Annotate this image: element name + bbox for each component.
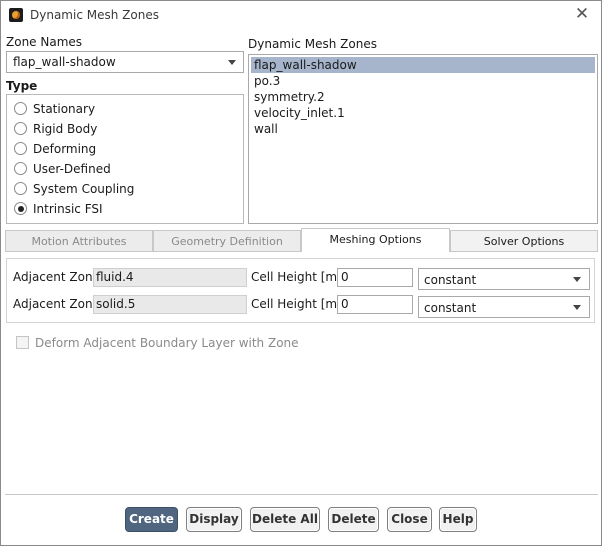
tab-motion-attributes[interactable]: Motion Attributes (5, 230, 153, 252)
zone-names-label: Zone Names (6, 35, 83, 49)
list-item-selected[interactable]: flap_wall-shadow (251, 57, 595, 73)
radio-label: User-Defined (33, 162, 111, 176)
tab-solver-options[interactable]: Solver Options (450, 230, 598, 252)
radio-label: Deforming (33, 142, 97, 156)
tab-geometry-definition[interactable]: Geometry Definition (153, 230, 301, 252)
chevron-down-icon (573, 277, 581, 282)
tab-meshing-options[interactable]: Meshing Options (301, 228, 450, 252)
footer-divider (5, 494, 598, 495)
cell-height-label: Cell Height [m] (251, 270, 342, 284)
radio-label: Stationary (33, 102, 96, 116)
cell-height-input[interactable]: 0 (337, 268, 413, 287)
radio-button[interactable] (14, 182, 27, 195)
radio-button[interactable] (14, 162, 27, 175)
radio-button[interactable] (14, 102, 27, 115)
checkbox[interactable] (16, 336, 29, 349)
radio-button-selected[interactable] (14, 202, 27, 215)
chevron-down-icon (573, 305, 581, 310)
radio-button[interactable] (14, 142, 27, 155)
adjacent-zone-label: Adjacent Zone (13, 270, 100, 284)
type-label: Type (6, 79, 38, 93)
tab-bar: Motion Attributes Geometry Definition Me… (5, 228, 599, 253)
adjacent-zone-field: fluid.4 (93, 268, 247, 287)
list-item[interactable]: wall (251, 121, 595, 137)
method-value: constant (424, 273, 477, 287)
dynamic-mesh-zones-label: Dynamic Mesh Zones (248, 37, 377, 51)
list-item[interactable]: symmetry.2 (251, 89, 595, 105)
adjacent-zone-field: solid.5 (93, 295, 247, 314)
zone-names-value: flap_wall-shadow (13, 55, 116, 69)
radio-label: Intrinsic FSI (33, 202, 103, 216)
cell-height-input[interactable]: 0 (337, 295, 413, 314)
close-icon[interactable]: ✕ (573, 5, 591, 23)
create-button[interactable]: Create (125, 507, 178, 532)
list-item[interactable]: velocity_inlet.1 (251, 105, 595, 121)
help-button[interactable]: Help (439, 507, 477, 532)
meshing-options-panel: Adjacent Zone fluid.4 Cell Height [m] 0 … (6, 258, 595, 323)
list-item[interactable]: po.3 (251, 73, 595, 89)
window-title: Dynamic Mesh Zones (30, 8, 159, 22)
cell-height-method-dropdown[interactable]: constant (418, 296, 590, 318)
app-logo-icon (9, 8, 23, 22)
title-bar[interactable]: Dynamic Mesh Zones ✕ (1, 1, 601, 30)
radio-button[interactable] (14, 122, 27, 135)
delete-button[interactable]: Delete (328, 507, 379, 532)
checkbox-label: Deform Adjacent Boundary Layer with Zone (35, 336, 299, 350)
cell-height-method-dropdown[interactable]: constant (418, 268, 590, 290)
dynamic-mesh-zones-dialog: Dynamic Mesh Zones ✕ Zone Names flap_wal… (0, 0, 602, 546)
radio-label: Rigid Body (33, 122, 98, 136)
cell-height-label: Cell Height [m] (251, 297, 342, 311)
method-value: constant (424, 301, 477, 315)
chevron-down-icon (228, 60, 236, 65)
radio-label: System Coupling (33, 182, 135, 196)
type-radio-group: Stationary Rigid Body Deforming User-Def… (6, 94, 244, 224)
close-button[interactable]: Close (387, 507, 432, 532)
delete-all-button[interactable]: Delete All (250, 507, 320, 532)
zone-names-dropdown[interactable]: flap_wall-shadow (6, 51, 244, 73)
dynamic-mesh-zones-list[interactable]: flap_wall-shadow po.3 symmetry.2 velocit… (248, 54, 598, 224)
adjacent-zone-label: Adjacent Zone (13, 297, 100, 311)
display-button[interactable]: Display (186, 507, 242, 532)
